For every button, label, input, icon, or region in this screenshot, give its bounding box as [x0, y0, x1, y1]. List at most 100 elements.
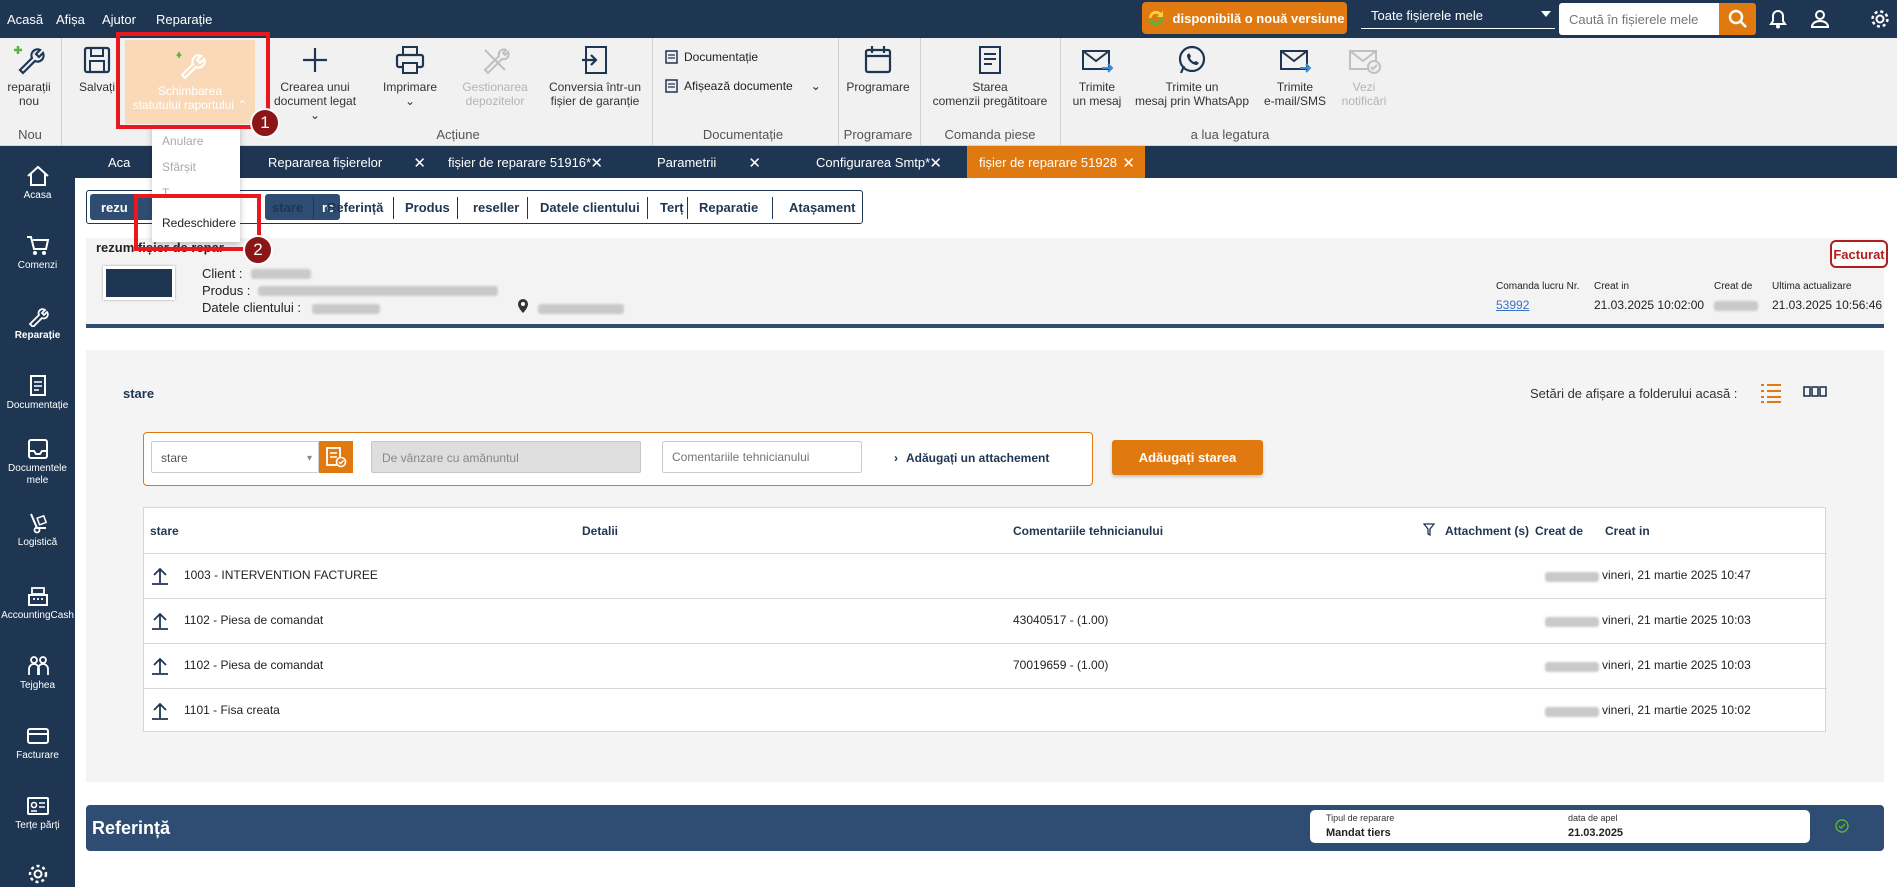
update-available-button[interactable]: disponibilă o nouă versiune: [1142, 2, 1347, 34]
sidebar-item-facturare[interactable]: Facturare: [0, 725, 75, 762]
column-header-detalii[interactable]: Detalii: [582, 524, 618, 538]
sidebar-item-comenzi[interactable]: Comenzi: [0, 235, 75, 272]
row-created-by-redacted: [1545, 572, 1599, 582]
tab-fisier-51928[interactable]: fișier de reparare 51928 ✕: [967, 146, 1145, 178]
wrench-icon: [28, 308, 49, 327]
section-nav-datele-clientului[interactable]: Datele clientului: [540, 200, 640, 215]
tab-acasa[interactable]: Aca: [96, 146, 144, 178]
dropdown-item-anulare[interactable]: Anulare: [162, 134, 203, 148]
documentation-button[interactable]: Documentație: [665, 50, 758, 64]
table-row[interactable]: 1102 - Piesa de comandat 70019659 - (1.0…: [144, 643, 1827, 688]
list-view-icon[interactable]: [1760, 383, 1782, 403]
close-icon[interactable]: ✕: [1122, 154, 1135, 172]
send-email-sms-button[interactable]: Trimite e-mail/SMS: [1262, 44, 1328, 108]
group-label-contact: a lua legatura: [1190, 127, 1270, 142]
product-thumbnail: [103, 266, 175, 300]
client-data-redacted: [312, 304, 380, 314]
section-nav-reparatie[interactable]: Reparatie: [699, 200, 758, 215]
table-row[interactable]: 1101 - Fisa creata vineri, 21 martie 202…: [144, 688, 1827, 733]
technician-comment-input[interactable]: [662, 441, 862, 473]
search-button[interactable]: [1719, 3, 1756, 35]
menu-ajutor[interactable]: Ajutor: [102, 12, 136, 27]
print-button[interactable]: Imprimare ⌄: [375, 44, 445, 108]
create-linked-document-button[interactable]: Crearea unui document legat ⌄: [270, 44, 360, 122]
section-nav-produs[interactable]: Produs: [405, 200, 450, 215]
column-header-stare[interactable]: stare: [150, 524, 179, 538]
menu-afisa[interactable]: Afișa: [56, 12, 85, 27]
convert-to-warranty-button[interactable]: Conversia într-un fișier de garanție: [545, 44, 645, 108]
section-nav-atasament[interactable]: Atașament: [789, 200, 855, 215]
section-nav-rezumat[interactable]: rezu: [101, 200, 128, 215]
close-icon[interactable]: ✕: [748, 154, 761, 172]
sidebar-item-terte-parti[interactable]: Terțe părți: [0, 795, 75, 832]
column-header-created-in[interactable]: Creat in: [1605, 524, 1650, 538]
document-icon: [29, 375, 46, 396]
view-notifications-button[interactable]: Vezi notificări: [1335, 44, 1393, 108]
tab-repararea-fisierelor[interactable]: Repararea fișierelor ✕: [256, 146, 436, 178]
files-scope-select[interactable]: Toate fișierele mele: [1361, 5, 1555, 29]
close-icon[interactable]: ✕: [413, 154, 426, 172]
dropdown-item-sfarsit[interactable]: Sfârșit: [162, 160, 196, 174]
chevron-down-icon: ⌄: [404, 94, 416, 108]
home-icon: [26, 165, 49, 186]
checklist-icon: [326, 447, 347, 468]
grid-view-icon[interactable]: [1803, 386, 1827, 398]
bell-icon[interactable]: [1766, 8, 1790, 30]
new-repair-button[interactable]: reparații nou: [3, 44, 55, 108]
section-nav-referinta[interactable]: Referință: [327, 200, 383, 215]
gear-icon[interactable]: [1868, 8, 1892, 30]
sidebar-item-acasa[interactable]: Acasa: [0, 165, 75, 202]
state-select[interactable]: stare ▾: [151, 441, 319, 473]
sidebar-item-documentatie[interactable]: Documentație: [0, 375, 75, 412]
group-label-nou: Nou: [18, 127, 42, 142]
location-redacted: [538, 304, 624, 314]
show-documents-button[interactable]: Afișează documente ⌄: [665, 79, 821, 93]
sales-type-value: De vânzare cu amănuntul: [382, 451, 519, 465]
sidebar-settings-gear[interactable]: [0, 863, 75, 887]
menu-reparatie[interactable]: Reparație: [156, 12, 212, 27]
menu-acasa[interactable]: Acasă: [7, 12, 43, 27]
sidebar-item-logistica[interactable]: Logistică: [0, 512, 75, 549]
section-nav-tert[interactable]: Terț: [660, 200, 684, 215]
convert-file-icon: [582, 46, 607, 74]
sidebar-item-reparatie[interactable]: Reparație: [0, 305, 75, 342]
work-order-link[interactable]: 53992: [1496, 298, 1529, 312]
sidebar-item-tejghea[interactable]: Tejghea: [0, 655, 75, 692]
tab-parametrii[interactable]: Parametrii ✕: [645, 146, 771, 178]
tab-configurarea-smtp[interactable]: Configurarea Smtp* ✕: [804, 146, 952, 178]
add-state-button[interactable]: Adăugați starea: [1112, 440, 1263, 475]
close-icon[interactable]: ✕: [929, 154, 942, 172]
column-header-attachments[interactable]: Attachment (s): [1445, 524, 1529, 538]
section-nav-stare[interactable]: stare: [272, 200, 303, 215]
section-nav-reseller[interactable]: reseller: [473, 200, 519, 215]
tab-fisier-51916[interactable]: fișier de reparare 51916* ✕: [436, 146, 613, 178]
row-created-by-redacted: [1545, 662, 1599, 672]
client-label: Client :: [202, 266, 243, 281]
state-list-button[interactable]: [319, 441, 353, 473]
add-attachment-toggle[interactable]: › Adăugați un attachement: [894, 451, 1049, 465]
table-row[interactable]: 1003 - INTERVENTION FACTUREE vineri, 21 …: [144, 553, 1827, 598]
send-message-button[interactable]: Trimite un mesaj: [1065, 44, 1129, 108]
state-history-table: stare Detalii Comentariile tehnicianului…: [143, 507, 1827, 733]
last-update-label: Ultima actualizare: [1772, 281, 1852, 292]
save-button[interactable]: Salvați: [72, 44, 122, 94]
filter-icon[interactable]: [1423, 523, 1435, 536]
table-row[interactable]: 1102 - Piesa de comandat 43040517 - (1.0…: [144, 598, 1827, 643]
repair-type-label: Tipul de reparare: [1326, 813, 1395, 823]
cart-icon: [26, 236, 49, 255]
preparatory-order-state-button[interactable]: Starea comenzii pregătitoare: [925, 44, 1055, 108]
manage-deposits-button[interactable]: Gestionarea depozitelor: [455, 44, 535, 108]
sidebar-item-documentele-mele[interactable]: Documentele mele: [0, 438, 75, 487]
send-whatsapp-button[interactable]: Trimite un mesaj prin WhatsApp: [1132, 44, 1252, 108]
search-input[interactable]: [1559, 3, 1719, 35]
cash-register-icon: [27, 587, 48, 606]
reference-section-header[interactable]: Referință Tipul de reparare Mandat tiers…: [86, 805, 1884, 851]
column-header-created-by[interactable]: Creat de: [1535, 524, 1583, 538]
column-header-comments[interactable]: Comentariile tehnicianului: [1013, 524, 1163, 538]
user-icon[interactable]: [1808, 8, 1832, 30]
add-state-bar: stare ▾ De vânzare cu amănuntul ›Adăugaț…: [143, 432, 1093, 486]
close-icon[interactable]: ✕: [590, 154, 603, 172]
schedule-button[interactable]: Programare: [845, 44, 911, 94]
sidebar-item-accountingcash[interactable]: AccountingCash: [0, 585, 75, 622]
chevron-down-icon: [1541, 11, 1551, 17]
